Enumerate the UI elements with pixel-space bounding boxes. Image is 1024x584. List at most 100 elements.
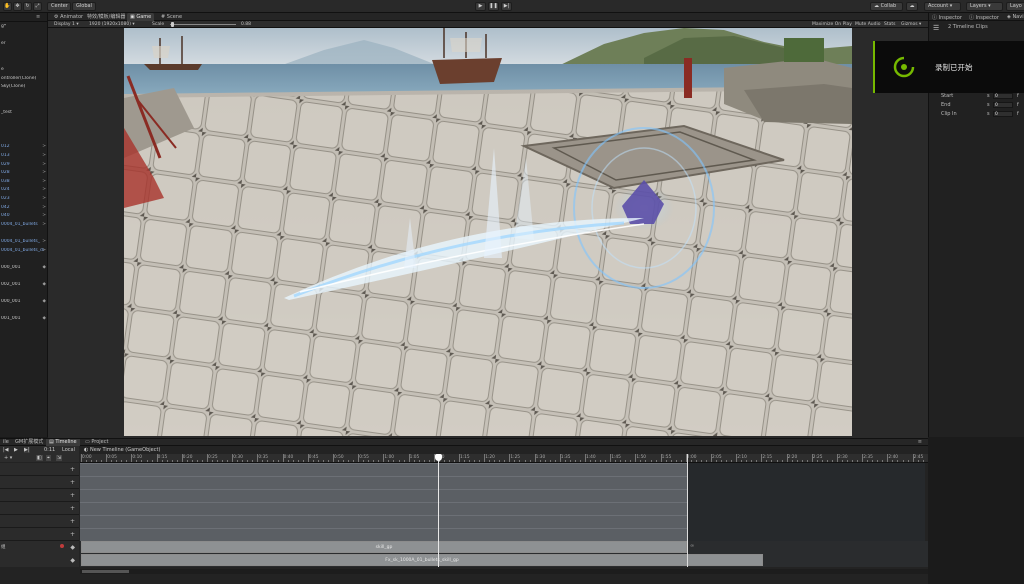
- horizontal-scrollbar[interactable]: [80, 569, 928, 574]
- add-clip-icon[interactable]: +: [70, 492, 75, 499]
- hierarchy-item[interactable]: 040 >: [1, 213, 47, 219]
- pivot-center-button[interactable]: Center: [47, 2, 71, 11]
- track-clip-area[interactable]: [80, 463, 687, 476]
- track-header[interactable]: +: [0, 515, 79, 528]
- resolution-dropdown[interactable]: 1920 (1920x1080) ▾: [89, 21, 135, 28]
- hierarchy-item[interactable]: 000_001 ◆: [1, 265, 47, 271]
- track-menu-icon[interactable]: ◆: [70, 544, 75, 551]
- hierarchy-item[interactable]: e: [1, 67, 47, 73]
- track-header[interactable]: +: [0, 489, 79, 502]
- tab-effect-editor[interactable]: 特效/模板/编辑器: [84, 13, 128, 21]
- hierarchy-item-arrow[interactable]: >: [42, 153, 46, 159]
- hierarchy-item-arrow[interactable]: >: [42, 187, 46, 193]
- collab-button[interactable]: ☁ Collab: [870, 2, 903, 11]
- hierarchy-item[interactable]: 0004_01_bullets >: [1, 222, 47, 228]
- track-clip-area[interactable]: [80, 528, 687, 541]
- tab-timeline[interactable]: ▤ Timeline: [46, 439, 80, 446]
- hierarchy-item-arrow[interactable]: >: [42, 179, 46, 185]
- global-toggle-button[interactable]: Global: [72, 2, 96, 11]
- time-mode-dropdown[interactable]: Local: [62, 447, 75, 453]
- next-frame-icon[interactable]: ▶|: [24, 447, 30, 453]
- scrollbar-thumb[interactable]: [82, 570, 129, 573]
- hierarchy-item[interactable]: 038 >: [1, 179, 47, 185]
- hierarchy-item[interactable]: ontroller(Clone): [1, 76, 47, 82]
- hand-tool-icon[interactable]: ✋: [3, 2, 12, 11]
- account-dropdown[interactable]: Account ▾: [924, 2, 961, 11]
- hierarchy-item[interactable]: 012 >: [1, 144, 47, 150]
- hierarchy-item-arrow[interactable]: >: [42, 144, 46, 150]
- add-clip-icon[interactable]: +: [70, 531, 75, 538]
- scale-slider-handle[interactable]: [171, 22, 174, 27]
- track-clip-area[interactable]: [80, 489, 687, 502]
- track-header[interactable]: +: [0, 476, 79, 489]
- scale-slider-track[interactable]: [170, 24, 236, 25]
- field-value-input[interactable]: 0: [993, 111, 1013, 117]
- frame-counter[interactable]: 0:11: [44, 447, 55, 453]
- track-header[interactable]: +: [0, 463, 79, 476]
- add-clip-icon[interactable]: +: [70, 505, 75, 512]
- rotate-tool-icon[interactable]: ↻: [23, 2, 32, 11]
- hierarchy-item-arrow[interactable]: >: [42, 162, 46, 168]
- add-track-button[interactable]: + ▾: [4, 455, 12, 461]
- tab-inspector-2[interactable]: ⓘ Inspector: [969, 14, 999, 21]
- hierarchy-item[interactable]: 029 >: [1, 162, 47, 168]
- hierarchy-item[interactable]: _test: [1, 110, 47, 116]
- tab-inspector[interactable]: ⓘ Inspector: [932, 14, 962, 21]
- hierarchy-item[interactable]: 023 >: [1, 196, 47, 202]
- snap-icon[interactable]: ⌖: [46, 455, 51, 461]
- hierarchy-item-arrow[interactable]: ◆: [43, 316, 46, 322]
- tab-project[interactable]: ▭ Project: [82, 439, 111, 446]
- record-track-icon[interactable]: [60, 544, 64, 548]
- step-button[interactable]: ▶|: [501, 2, 512, 11]
- hierarchy-item-arrow[interactable]: >: [42, 196, 46, 202]
- play-button[interactable]: ▶: [475, 2, 486, 11]
- tab-animator[interactable]: ⚙ Animator: [51, 13, 86, 21]
- display-dropdown[interactable]: Display 1 ▾: [54, 21, 79, 28]
- playhead-line[interactable]: [438, 454, 439, 567]
- playhead-handle[interactable]: [435, 454, 442, 461]
- stats-toggle[interactable]: Stats: [884, 21, 896, 28]
- hierarchy-item[interactable]: Sky(Clone): [1, 84, 47, 90]
- add-clip-icon[interactable]: +: [70, 479, 75, 486]
- hierarchy-item-arrow[interactable]: >: [42, 205, 46, 211]
- panel-menu-icon[interactable]: ≡: [918, 439, 922, 445]
- hierarchy-item-arrow[interactable]: ◆: [43, 282, 46, 288]
- services-button[interactable]: ☁: [906, 2, 918, 11]
- game-scene-render[interactable]: [124, 28, 852, 436]
- hierarchy-item-arrow[interactable]: ◆: [43, 299, 46, 305]
- track-clip-area[interactable]: [80, 476, 687, 489]
- lock-icon[interactable]: ◧: [36, 455, 43, 461]
- move-tool-icon[interactable]: ✥: [13, 2, 22, 11]
- hierarchy-item[interactable]: 0004_01_bullets_ >: [1, 239, 47, 245]
- track-header[interactable]: +: [0, 528, 79, 541]
- hierarchy-item-arrow[interactable]: ◆: [43, 265, 46, 271]
- hierarchy-item[interactable]: er: [1, 41, 47, 47]
- bullets-clip[interactable]: Fx_sk_1000A_01_bullets_skill_gp: [81, 554, 763, 566]
- maximize-on-play-toggle[interactable]: Maximize On Play: [812, 21, 852, 28]
- mute-audio-toggle[interactable]: Mute Audio: [855, 21, 881, 28]
- scale-tool-icon[interactable]: ⤢: [33, 2, 42, 11]
- add-clip-icon[interactable]: +: [70, 518, 75, 525]
- hierarchy-item-arrow[interactable]: >: [42, 213, 46, 219]
- field-value-input[interactable]: 0: [993, 93, 1013, 99]
- track-menu-icon[interactable]: ◆: [70, 557, 75, 564]
- time-ruler[interactable]: 0:00 0:05 0:10 0:15 0:20 0:25 0:30 0:35 0:40 0:45…: [80, 454, 934, 463]
- skill-clip[interactable]: skill_gp: [81, 541, 687, 553]
- hierarchy-item-arrow[interactable]: >: [42, 222, 46, 228]
- hierarchy-item-arrow[interactable]: >: [42, 239, 46, 245]
- hierarchy-item-arrow[interactable]: >: [42, 170, 46, 176]
- hierarchy-item[interactable]: 002_001 ◆: [1, 282, 47, 288]
- tab-gm-extend[interactable]: GM扩展模式: [12, 439, 46, 446]
- hierarchy-item[interactable]: 024 >: [1, 187, 47, 193]
- tab-navigation[interactable]: ◈ Navi: [1007, 14, 1024, 20]
- layers-dropdown[interactable]: Layers ▾: [966, 2, 1003, 11]
- track-clip-area[interactable]: [80, 515, 687, 528]
- hierarchy-item[interactable]: 042 >: [1, 205, 47, 211]
- pause-button[interactable]: ❚❚: [488, 2, 499, 11]
- hierarchy-item[interactable]: 028 >: [1, 170, 47, 176]
- gizmos-dropdown[interactable]: Gizmos ▾: [901, 21, 921, 28]
- add-clip-icon[interactable]: +: [70, 466, 75, 473]
- prev-frame-icon[interactable]: |◀: [3, 447, 9, 453]
- panel-menu-icon[interactable]: ≡: [36, 14, 40, 20]
- play-icon[interactable]: ▶: [14, 447, 18, 453]
